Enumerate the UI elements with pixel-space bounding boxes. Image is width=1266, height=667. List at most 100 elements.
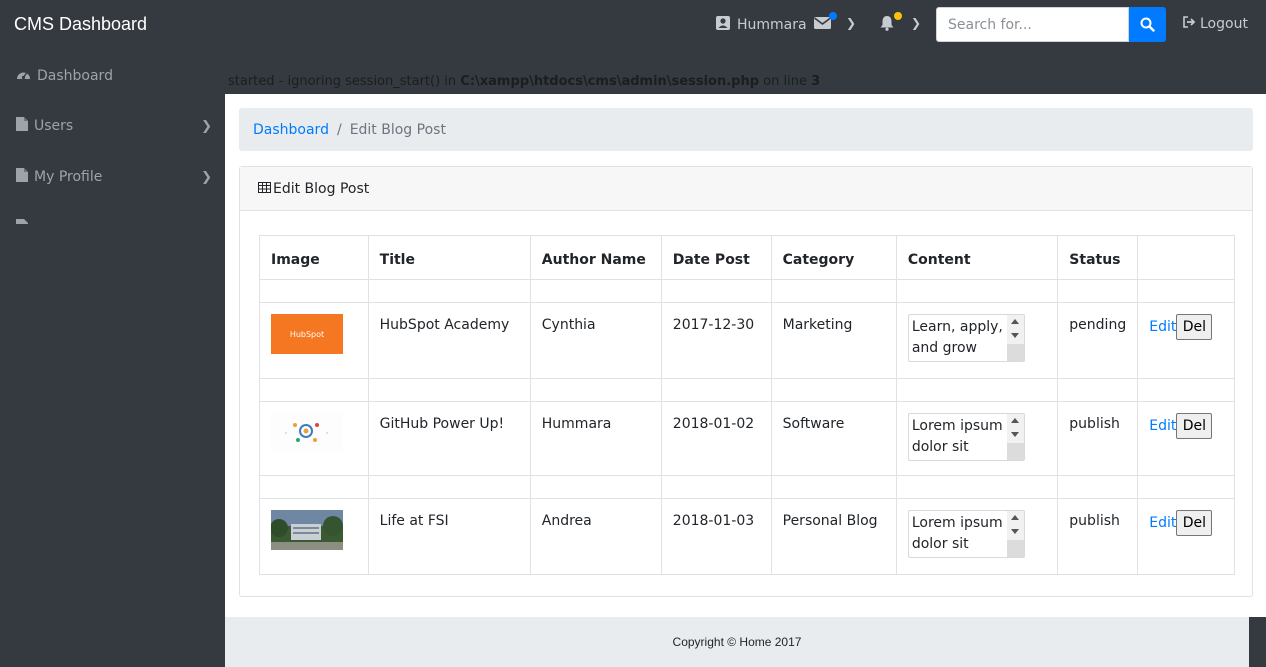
- chevron-right-icon: ❯: [201, 169, 212, 185]
- copyright-text: Copyright © Home 2017: [672, 635, 802, 649]
- sidebar-item-clipped: [16, 218, 216, 224]
- delete-button[interactable]: Del: [1176, 413, 1213, 439]
- column-header: Content: [895, 235, 1059, 280]
- card-title: Edit Blog Post: [273, 180, 370, 197]
- post-date: 2018-01-03: [660, 498, 772, 575]
- sidebar-item-dashboard[interactable]: Dashboard: [16, 65, 216, 87]
- resize-grip-icon[interactable]: [1006, 443, 1024, 460]
- resize-grip-icon[interactable]: [1006, 540, 1024, 557]
- post-category: Software: [770, 401, 897, 476]
- scroll-up-arrow-icon[interactable]: [1010, 418, 1019, 423]
- chevron-right-icon: ❯: [201, 118, 212, 134]
- bell-notification-dot: [894, 12, 902, 20]
- content-textarea[interactable]: Lorem ipsum dolor sit amet,: [907, 413, 1025, 461]
- sidebar-item-my-profile[interactable]: My Profile ❯: [16, 166, 216, 188]
- breadcrumb-current: Edit Blog Post: [349, 121, 446, 138]
- post-status: publish: [1057, 498, 1139, 575]
- content-textarea[interactable]: Lorem ipsum dolor sit amet,: [907, 510, 1025, 558]
- post-date: 2017-12-30: [660, 302, 772, 379]
- edit-link[interactable]: Edit: [1149, 319, 1176, 335]
- user-name: Hummara: [737, 17, 807, 33]
- scroll-up-arrow-icon[interactable]: [1010, 515, 1019, 520]
- edit-link[interactable]: Edit: [1149, 418, 1176, 434]
- post-author: Hummara: [529, 401, 662, 476]
- brand-title[interactable]: CMS Dashboard: [14, 14, 147, 35]
- breadcrumb-dashboard-link[interactable]: Dashboard: [253, 122, 329, 138]
- php-warning-text: started - ignoring session_start() in C:…: [228, 74, 821, 89]
- post-category: Personal Blog: [770, 498, 897, 575]
- breadcrumb: Dashboard / Edit Blog Post: [239, 108, 1253, 151]
- table-header-row: Image Title Author Name Date Post Catego…: [259, 235, 1235, 280]
- chevron-right-icon: ❯: [846, 16, 857, 30]
- sign-out-icon: [1183, 16, 1196, 32]
- delete-button[interactable]: Del: [1176, 314, 1213, 340]
- dashboard-icon: [16, 68, 31, 85]
- table-icon: [258, 181, 271, 197]
- column-header: Status: [1057, 235, 1139, 280]
- file-icon: [16, 117, 28, 135]
- post-title: HubSpot Academy: [367, 302, 531, 379]
- search-form: [936, 7, 1166, 42]
- warning-line: 3: [811, 74, 821, 89]
- chevron-right-icon: ❯: [911, 16, 922, 30]
- column-header: Category: [770, 235, 897, 280]
- column-header: Date Post: [660, 235, 772, 280]
- blog-posts-table: Image Title Author Name Date Post Catego…: [259, 235, 1235, 575]
- post-author: Andrea: [529, 498, 662, 575]
- scroll-up-arrow-icon[interactable]: [1010, 319, 1019, 324]
- post-date: 2018-01-02: [660, 401, 772, 476]
- delete-button[interactable]: Del: [1176, 510, 1213, 536]
- mail-notification-dot: [829, 12, 837, 20]
- column-header: [1137, 235, 1235, 280]
- sidebar-item-label: Dashboard: [37, 68, 113, 84]
- search-button[interactable]: [1129, 7, 1166, 42]
- logout-link[interactable]: Logout: [1183, 16, 1248, 32]
- card-header: Edit Blog Post: [240, 167, 1252, 211]
- post-status: publish: [1057, 401, 1139, 476]
- user-menu[interactable]: Hummara: [716, 16, 807, 34]
- svg-text:HubSpot: HubSpot: [290, 330, 324, 339]
- post-category: Marketing: [770, 302, 897, 379]
- table-row: Life at FSI Andrea 2018-01-03 Personal B…: [259, 498, 1235, 575]
- messages-menu[interactable]: ❯: [814, 12, 857, 31]
- sidebar: Dashboard Users ❯ My Profile ❯: [0, 52, 225, 667]
- alerts-menu[interactable]: ❯: [879, 12, 922, 31]
- scroll-down-arrow-icon[interactable]: [1010, 529, 1019, 534]
- main-content: Dashboard / Edit Blog Post Edit Blog Pos…: [225, 94, 1266, 617]
- sidebar-item-label: Users: [34, 118, 74, 134]
- column-header: Image: [259, 235, 369, 280]
- logout-label: Logout: [1200, 16, 1248, 32]
- column-header: Title: [367, 235, 531, 280]
- user-icon: [716, 16, 730, 34]
- column-header: Author Name: [529, 235, 662, 280]
- file-icon: [16, 168, 28, 186]
- sidebar-item-label: My Profile: [34, 169, 103, 185]
- footer: Copyright © Home 2017: [225, 617, 1249, 667]
- post-title: Life at FSI: [367, 498, 531, 575]
- warning-path: C:\xampp\htdocs\cms\admin\session.php: [460, 74, 760, 89]
- bell-icon: [879, 12, 902, 31]
- breadcrumb-separator: /: [336, 121, 342, 138]
- table-row: HubSpot HubSpot Academy Cynthia 2017-12-…: [259, 302, 1235, 379]
- image-cell: HubSpot: [259, 302, 369, 379]
- search-input[interactable]: [936, 7, 1129, 42]
- content-textarea[interactable]: Learn, apply, and grow with: [907, 314, 1025, 362]
- scroll-down-arrow-icon[interactable]: [1010, 333, 1019, 338]
- image-cell: [259, 498, 369, 575]
- post-status: pending: [1057, 302, 1139, 379]
- post-title: GitHub Power Up!: [367, 401, 531, 476]
- edit-blog-card: Edit Blog Post Image Title Author Name D…: [239, 166, 1253, 597]
- table-row: GitHub Power Up! Hummara 2018-01-02 Soft…: [259, 401, 1235, 476]
- image-cell: [259, 401, 369, 476]
- post-thumbnail: [271, 510, 343, 550]
- post-thumbnail: HubSpot: [271, 314, 343, 354]
- resize-grip-icon[interactable]: [1006, 344, 1024, 361]
- envelope-icon: [814, 12, 837, 31]
- post-author: Cynthia: [529, 302, 662, 379]
- scroll-down-arrow-icon[interactable]: [1010, 432, 1019, 437]
- sidebar-item-users[interactable]: Users ❯: [16, 115, 216, 137]
- search-icon: [1140, 17, 1155, 32]
- post-thumbnail: [271, 413, 343, 453]
- top-navbar: CMS Dashboard Hummara ❯ ❯ Logout: [0, 0, 1266, 52]
- edit-link[interactable]: Edit: [1149, 515, 1176, 531]
